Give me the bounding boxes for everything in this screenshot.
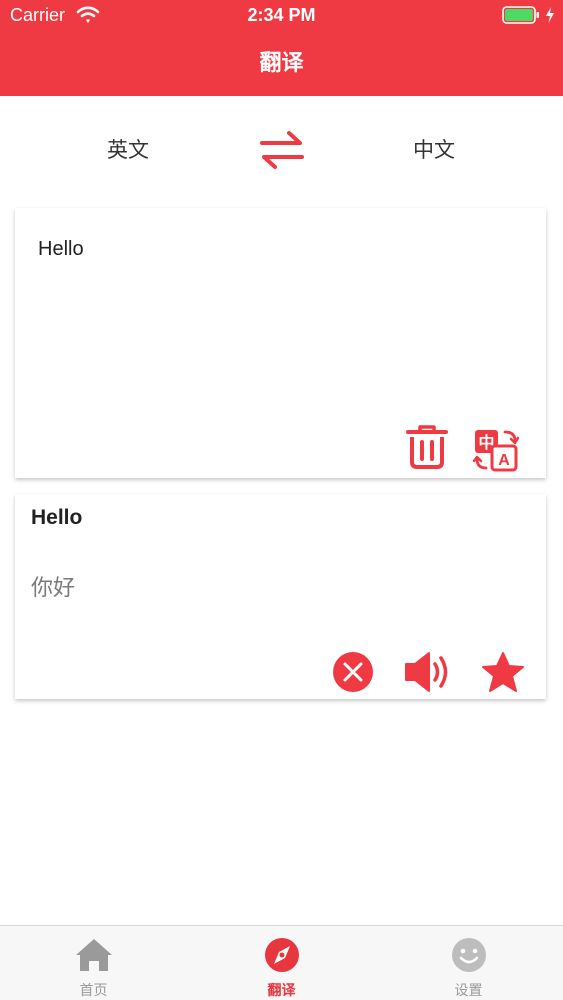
- close-circle-icon[interactable]: [332, 651, 374, 693]
- home-icon: [76, 939, 112, 971]
- result-card: Hello 你好: [15, 494, 546, 699]
- speaker-icon[interactable]: [403, 651, 453, 693]
- tab-settings-label: 设置: [454, 983, 483, 999]
- swap-arrows-icon[interactable]: [258, 128, 306, 172]
- smiley-icon: [452, 938, 486, 972]
- input-text[interactable]: Hello: [38, 238, 84, 261]
- charging-bolt-icon: [546, 7, 554, 23]
- translate-icon[interactable]: 中 A: [473, 428, 519, 472]
- tab-translate[interactable]: 翻译: [188, 926, 375, 1000]
- trash-icon[interactable]: [405, 424, 449, 470]
- source-language-button[interactable]: 英文: [60, 134, 196, 164]
- translation-text: 你好: [31, 576, 76, 601]
- page-title: 翻译: [259, 51, 304, 76]
- app-header: Carrier 2:34 PM 翻译: [0, 0, 563, 96]
- language-selector: 英文 中文: [0, 110, 563, 190]
- battery-icon: [502, 6, 539, 24]
- result-source-text: Hello: [31, 506, 83, 529]
- tab-home-label: 首页: [79, 983, 108, 999]
- input-card[interactable]: Hello 中 A: [15, 208, 546, 478]
- tab-translate-label: 翻译: [267, 983, 296, 999]
- tab-home[interactable]: 首页: [0, 926, 187, 1000]
- svg-text:A: A: [498, 452, 510, 469]
- compass-icon: [265, 938, 299, 972]
- star-icon[interactable]: [481, 651, 525, 693]
- tab-settings[interactable]: 设置: [375, 926, 562, 1000]
- tab-bar: 首页 翻译 设置: [0, 925, 563, 1000]
- status-time: 2:34 PM: [247, 5, 316, 25]
- target-language-button[interactable]: 中文: [366, 134, 502, 164]
- status-bar: Carrier 2:34 PM: [0, 0, 563, 34]
